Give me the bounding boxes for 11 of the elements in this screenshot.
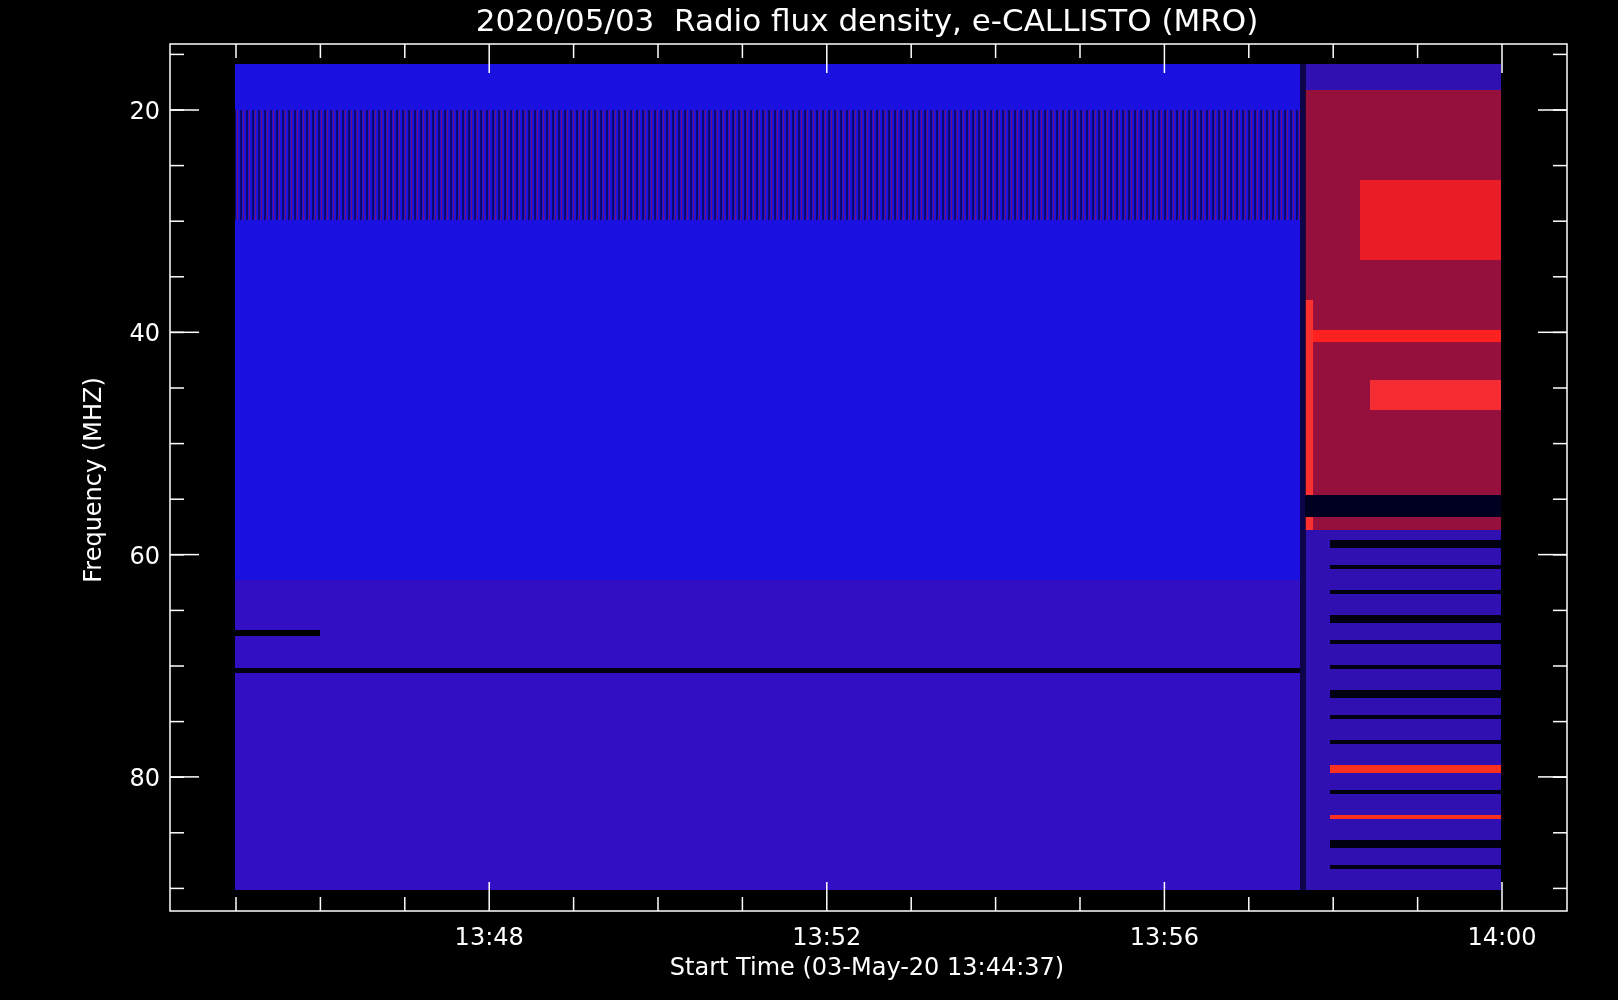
x-tick-label: 13:48 bbox=[454, 923, 524, 951]
y-tick-label: 60 bbox=[129, 541, 160, 570]
y-tick-label: 40 bbox=[129, 319, 160, 348]
y-axis-label: Frequency (MHZ) bbox=[79, 377, 107, 583]
y-tick-label: 80 bbox=[129, 763, 160, 792]
y-tick-label: 20 bbox=[129, 97, 160, 125]
x-tick-label: 14:00 bbox=[1467, 923, 1537, 951]
x-tick-label: 13:52 bbox=[792, 923, 862, 951]
x-axis-label: Start Time (03-May-20 13:44:37) bbox=[669, 953, 1065, 981]
chart-title: 2020/05/03 Radio flux density, e-CALLISTO (MRO) bbox=[475, 2, 1259, 38]
x-tick-label: 13:56 bbox=[1129, 923, 1199, 951]
